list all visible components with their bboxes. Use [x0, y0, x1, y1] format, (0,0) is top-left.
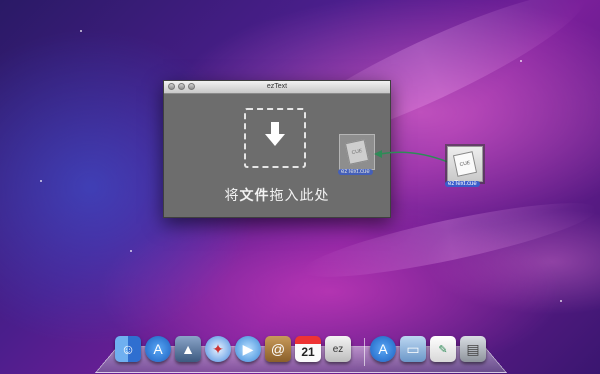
file-ghost-page-icon: CUE — [344, 139, 370, 165]
dragged-file-ghost: CUE — [339, 134, 375, 170]
file-page-icon: CUE — [452, 151, 478, 177]
document-icon[interactable]: ✎ — [430, 336, 456, 362]
drop-instruction-prefix: 将 — [224, 187, 240, 203]
window-title: ezText — [266, 83, 288, 90]
trash-icon[interactable]: ▤ — [460, 336, 486, 362]
app-store-icon[interactable]: A — [145, 336, 171, 362]
drag-direction-arrow-icon — [374, 150, 449, 163]
dragged-file-ghost-label: ezText.cue — [338, 169, 373, 175]
wallpaper-star — [40, 180, 42, 182]
calendar-date: 21 — [301, 345, 315, 359]
app-store-icon-2[interactable]: A — [370, 336, 396, 362]
safari-icon[interactable]: ✦ — [205, 336, 231, 362]
dock-separator — [364, 338, 365, 366]
download-arrow-icon — [265, 122, 285, 146]
wallpaper-star — [520, 60, 522, 62]
preview-icon[interactable]: ▲ — [175, 336, 201, 362]
calendar-icon[interactable]: 21 — [295, 336, 321, 362]
finder-icon[interactable]: ☺ — [115, 336, 141, 362]
eztext-icon[interactable]: ez — [325, 336, 351, 362]
desktop-file-icon[interactable]: CUE — [447, 146, 483, 182]
wallpaper-star — [560, 300, 562, 302]
address-book-icon[interactable]: @ — [265, 336, 291, 362]
desktop-file-label[interactable]: ezText.cue — [445, 181, 480, 187]
facetime-icon[interactable]: ▶ — [235, 336, 261, 362]
folder-icon[interactable]: ▭ — [400, 336, 426, 362]
wallpaper-star — [130, 250, 132, 252]
drop-instruction-suffix: 拖入此处 — [269, 187, 330, 203]
drop-instruction-bold: 文件 — [239, 187, 270, 203]
drop-instruction: 将文件拖入此处 — [164, 185, 390, 205]
wallpaper-star — [80, 30, 82, 32]
file-drop-zone[interactable] — [244, 108, 306, 168]
window-titlebar[interactable]: ezText — [164, 81, 390, 94]
